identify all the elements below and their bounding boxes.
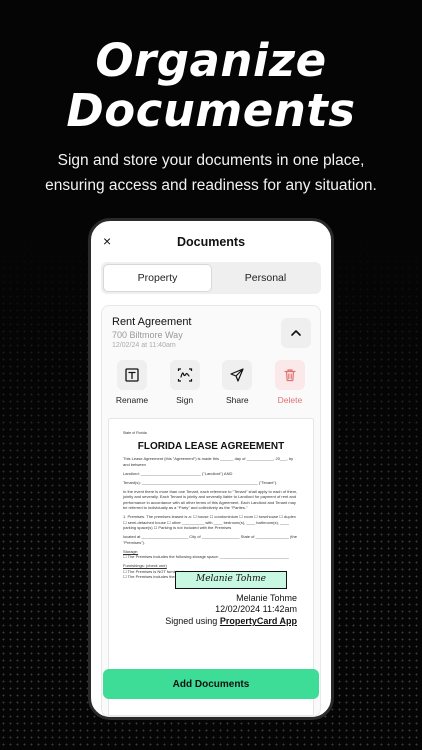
phone-screen: × Documents Property Personal Rent Agree… [88,218,334,720]
delete-button[interactable]: Delete [266,360,314,405]
send-icon [230,368,244,382]
rename-icon-box [117,360,147,390]
share-button[interactable]: Share [213,360,261,405]
preview-line1: This Lease Agreement (this "Agreement") … [123,456,294,467]
sign-icon-box [169,360,200,390]
delete-label: Delete [277,395,303,405]
share-label: Share [225,395,249,405]
sign-label: Sign [176,395,194,405]
hero-title-line2: Documents [66,84,356,137]
tab-personal[interactable]: Personal [212,264,319,292]
lease-document: State of Florida FLORIDA LEASE AGREEMENT… [123,431,299,580]
signer-name: Melanie Tohme [236,593,297,603]
collapse-button[interactable] [281,318,311,348]
document-date: 12/02/24 at 11:40am [112,342,176,349]
screen-title: Documents [176,235,246,249]
signature-icon [177,368,192,382]
tab-bar: Property Personal [101,262,321,294]
signed-using-brand: PropertyCard App [219,616,297,626]
tab-property[interactable]: Property [103,264,212,292]
share-icon-box [222,360,253,390]
document-actions: Rename Sign Share Delete [108,360,314,405]
document-address: 700 Biltmore Way [112,330,183,340]
signature-box: Melanie Tohme [175,571,287,589]
rename-label: Rename [115,395,149,405]
preview-located: located at _____________________ City of… [123,534,297,545]
hero-subtitle-line1: Sign and store your documents in one pla… [57,152,365,169]
rename-button[interactable]: Rename [108,360,156,405]
delete-icon-box [274,360,305,390]
top-bar: × Documents [91,221,331,261]
signed-date: 12/02/2024 11:42am [215,604,297,614]
preview-paragraph: In the event there is more than one Tena… [123,488,298,511]
preview-state: State of Florida [123,431,147,435]
hero-subtitle-line2: ensuring access and readiness for any si… [45,177,377,194]
preview-lease-title: FLORIDA LEASE AGREEMENT [137,440,285,452]
chevron-up-icon [291,330,301,336]
document-card: Rent Agreement 700 Biltmore Way 12/02/24… [101,305,321,717]
document-title: Rent Agreement [112,316,192,328]
hero-subtitle: Sign and store your documents in one pla… [0,148,422,198]
signed-using-text: Signed using [165,616,218,626]
preview-landlord: Landlord: ___________________________ ("… [123,470,233,476]
sign-button[interactable]: Sign [161,360,209,405]
hero-title-line1: Organize [95,34,327,87]
preview-tenants: Tenant(s): _____________________________… [123,479,278,485]
preview-premises: 1. Premises. The premises leased is a: ☐… [123,514,296,530]
trash-icon [284,369,296,382]
text-box-icon [125,368,139,382]
add-documents-button[interactable]: Add Documents [103,669,319,699]
signed-using: Signed using PropertyCard App [165,616,297,626]
hero-title: Organize Documents [0,36,422,136]
preview-storage: ☐ The Premises includes the following st… [123,554,289,559]
